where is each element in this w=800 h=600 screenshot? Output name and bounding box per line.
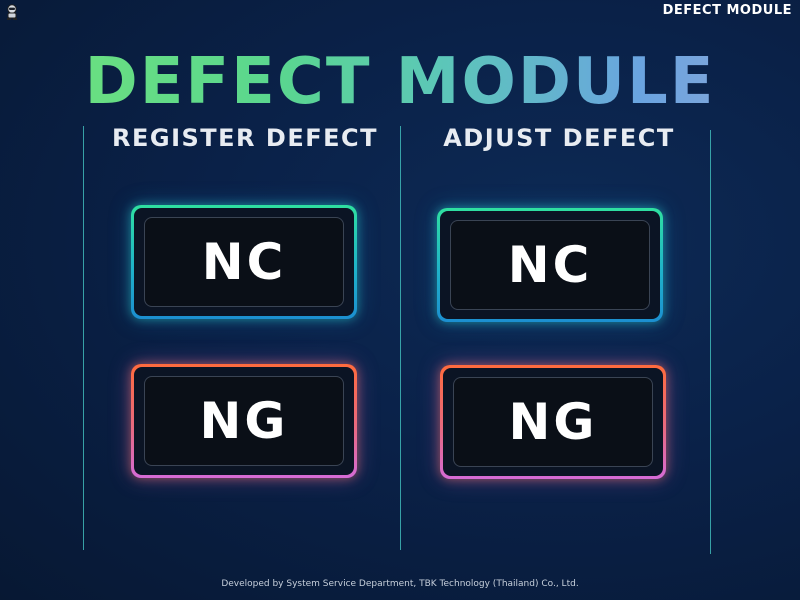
register-nc-button-frame: NC — [131, 205, 357, 319]
adjust-nc-button-frame: NC — [437, 208, 663, 322]
divider-right — [710, 130, 711, 554]
register-ng-button-frame: NG — [131, 364, 357, 478]
divider-left — [83, 126, 84, 550]
page-title: DEFECT MODULE — [0, 46, 800, 118]
adjust-ng-button-frame: NG — [440, 365, 666, 479]
register-defect-title: REGISTER DEFECT — [112, 124, 378, 152]
robot-icon — [5, 4, 19, 20]
register-ng-button[interactable]: NG — [144, 376, 344, 466]
divider-center — [400, 126, 401, 550]
footer-credit: Developed by System Service Department, … — [221, 579, 579, 589]
adjust-defect-title: ADJUST DEFECT — [443, 124, 675, 152]
register-nc-button[interactable]: NC — [144, 217, 344, 307]
adjust-ng-button[interactable]: NG — [453, 377, 653, 467]
adjust-nc-button[interactable]: NC — [450, 220, 650, 310]
window-title: DEFECT MODULE — [662, 3, 792, 18]
